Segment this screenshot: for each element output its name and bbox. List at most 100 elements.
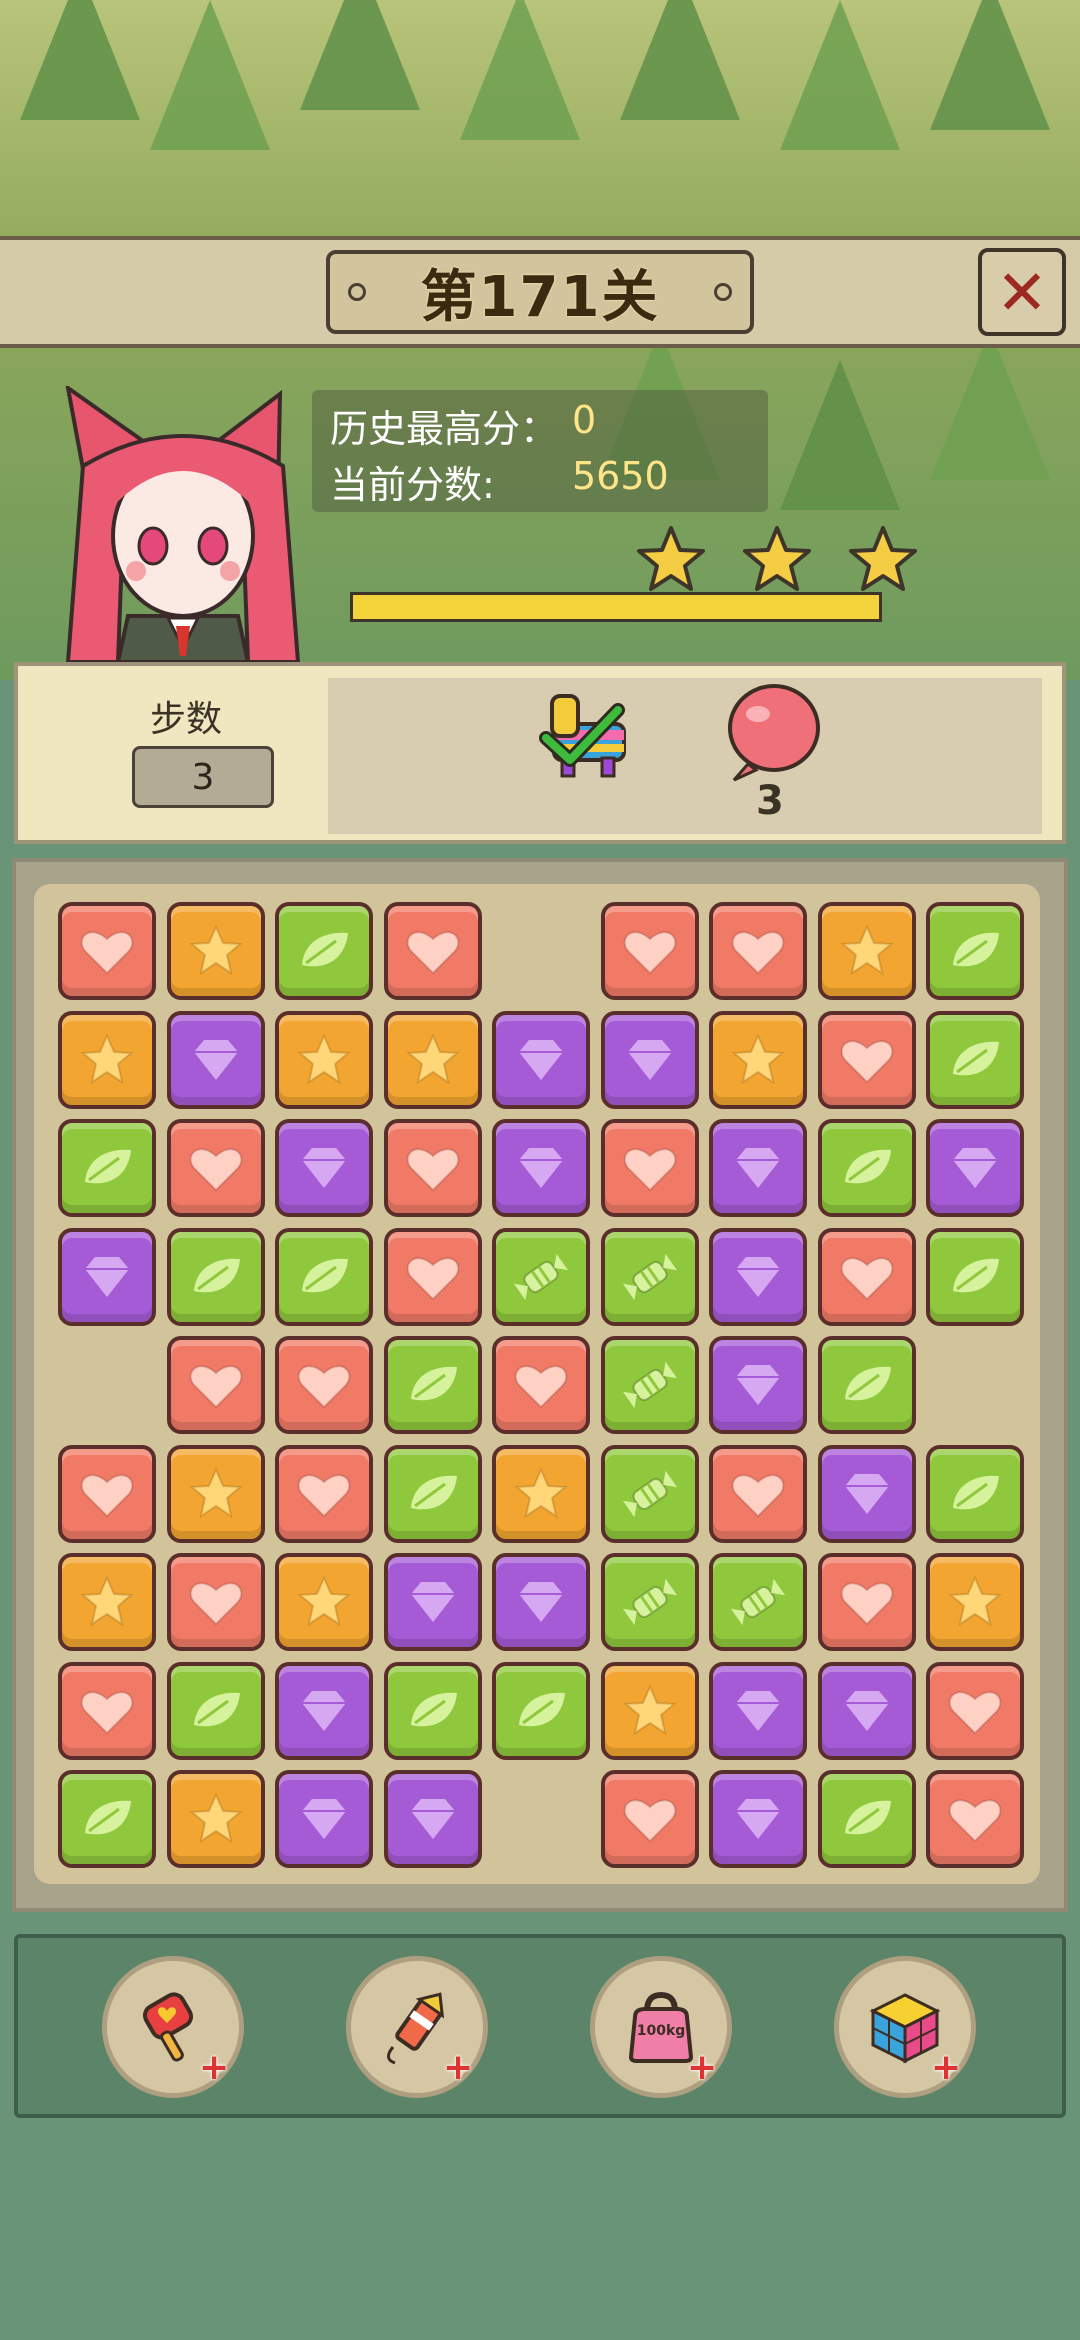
tile-leaf[interactable] <box>383 1444 482 1543</box>
tile-heart[interactable] <box>166 1336 265 1434</box>
tile-star[interactable] <box>817 902 916 1000</box>
tile-leaf[interactable] <box>58 1119 156 1217</box>
tile-heart[interactable] <box>817 1553 916 1651</box>
tile-heart[interactable] <box>709 902 807 1000</box>
tile-gem[interactable] <box>492 1553 590 1651</box>
booster-weight-button[interactable]: 100kg + <box>590 1956 732 2098</box>
tile-candy[interactable] <box>600 1444 699 1543</box>
tile-heart[interactable] <box>709 1444 807 1543</box>
tile-leaf[interactable] <box>817 1770 916 1868</box>
tile-heart[interactable] <box>926 1661 1024 1760</box>
tile-star[interactable] <box>58 1010 156 1109</box>
tile-gem[interactable] <box>383 1553 482 1651</box>
booster-rocket-button[interactable]: + <box>346 1956 488 2098</box>
tile-star[interactable] <box>600 1661 699 1760</box>
gem-icon <box>519 1148 563 1188</box>
star-icon <box>297 1575 351 1627</box>
weight-label: 100kg <box>637 2023 686 2039</box>
tile-star[interactable] <box>166 1770 265 1868</box>
tile-star[interactable] <box>166 902 265 1000</box>
tile-star[interactable] <box>58 1553 156 1651</box>
tile-heart[interactable] <box>58 1661 156 1760</box>
heart-icon <box>80 1473 134 1517</box>
tile-candy[interactable] <box>600 1553 699 1651</box>
tile-gem[interactable] <box>275 1770 373 1868</box>
heart-icon <box>731 931 785 975</box>
tile-leaf[interactable] <box>492 1661 590 1760</box>
tile-leaf[interactable] <box>166 1227 265 1326</box>
tile-candy[interactable] <box>600 1336 699 1434</box>
tile-heart[interactable] <box>275 1336 373 1434</box>
gem-icon <box>736 1148 780 1188</box>
tile-heart[interactable] <box>166 1119 265 1217</box>
tile-star[interactable] <box>926 1553 1024 1651</box>
tile-gem[interactable] <box>492 1010 590 1109</box>
tile-gem[interactable] <box>275 1661 373 1760</box>
leaf-icon <box>85 1800 131 1835</box>
tile-gem[interactable] <box>709 1227 807 1326</box>
tile-leaf[interactable] <box>817 1119 916 1217</box>
tile-gem[interactable] <box>275 1119 373 1217</box>
tile-gem[interactable] <box>709 1661 807 1760</box>
best-score-label: 历史最高分： <box>330 407 559 451</box>
tile-gem[interactable] <box>58 1227 156 1326</box>
tile-leaf[interactable] <box>166 1661 265 1760</box>
tile-leaf[interactable] <box>926 1227 1024 1326</box>
tile-star[interactable] <box>709 1010 807 1109</box>
tile-heart[interactable] <box>817 1227 916 1326</box>
tile-candy[interactable] <box>709 1553 807 1651</box>
tile-leaf[interactable] <box>926 1010 1024 1109</box>
tile-star[interactable] <box>492 1444 590 1543</box>
tile-heart[interactable] <box>383 1227 482 1326</box>
tile-leaf[interactable] <box>275 902 373 1000</box>
tile-heart[interactable] <box>58 902 156 1000</box>
tile-leaf[interactable] <box>58 1770 156 1868</box>
star-icon <box>731 1033 785 1084</box>
add-icon: + <box>199 2047 230 2088</box>
tile-gem[interactable] <box>600 1010 699 1109</box>
tile-star[interactable] <box>166 1444 265 1543</box>
close-button[interactable]: ✕ <box>978 248 1066 336</box>
booster-cube-button[interactable]: + <box>834 1956 976 2098</box>
tile-star[interactable] <box>275 1553 373 1651</box>
tile-gem[interactable] <box>166 1010 265 1109</box>
tile-candy[interactable] <box>600 1227 699 1326</box>
gem-icon <box>85 1256 129 1297</box>
tile-gem[interactable] <box>492 1119 590 1217</box>
tile-gem[interactable] <box>817 1661 916 1760</box>
tile-gem[interactable] <box>709 1336 807 1434</box>
tile-leaf[interactable] <box>926 1444 1024 1543</box>
balloon-icon <box>728 684 820 782</box>
tile-leaf[interactable] <box>926 902 1024 1000</box>
booster-hammer-button[interactable]: + <box>102 1956 244 2098</box>
screw-icon <box>348 283 366 301</box>
tile-heart[interactable] <box>383 1119 482 1217</box>
tile-leaf[interactable] <box>383 1336 482 1434</box>
tile-candy[interactable] <box>492 1227 590 1326</box>
tile-heart[interactable] <box>600 1770 699 1868</box>
tile-gem[interactable] <box>926 1119 1024 1217</box>
tile-star[interactable] <box>275 1010 373 1109</box>
tile-leaf[interactable] <box>817 1336 916 1434</box>
tile-heart[interactable] <box>600 1119 699 1217</box>
tile-heart[interactable] <box>492 1336 590 1434</box>
tile-leaf[interactable] <box>275 1227 373 1326</box>
tile-heart[interactable] <box>58 1444 156 1543</box>
tile-gem[interactable] <box>383 1770 482 1868</box>
tile-heart[interactable] <box>275 1444 373 1543</box>
star-icon <box>948 1575 1002 1627</box>
tile-gem[interactable] <box>709 1770 807 1868</box>
add-icon: + <box>931 2047 962 2088</box>
leaf-icon <box>953 1041 999 1075</box>
gem-icon <box>519 1582 563 1622</box>
tile-leaf[interactable] <box>383 1661 482 1760</box>
tile-heart[interactable] <box>817 1010 916 1109</box>
tile-heart[interactable] <box>600 902 699 1000</box>
tile-star[interactable] <box>383 1010 482 1109</box>
tile-gem[interactable] <box>709 1119 807 1217</box>
leaf-icon <box>193 1258 240 1292</box>
tile-heart[interactable] <box>166 1553 265 1651</box>
tile-heart[interactable] <box>383 902 482 1000</box>
tile-gem[interactable] <box>817 1444 916 1543</box>
tile-heart[interactable] <box>926 1770 1024 1868</box>
